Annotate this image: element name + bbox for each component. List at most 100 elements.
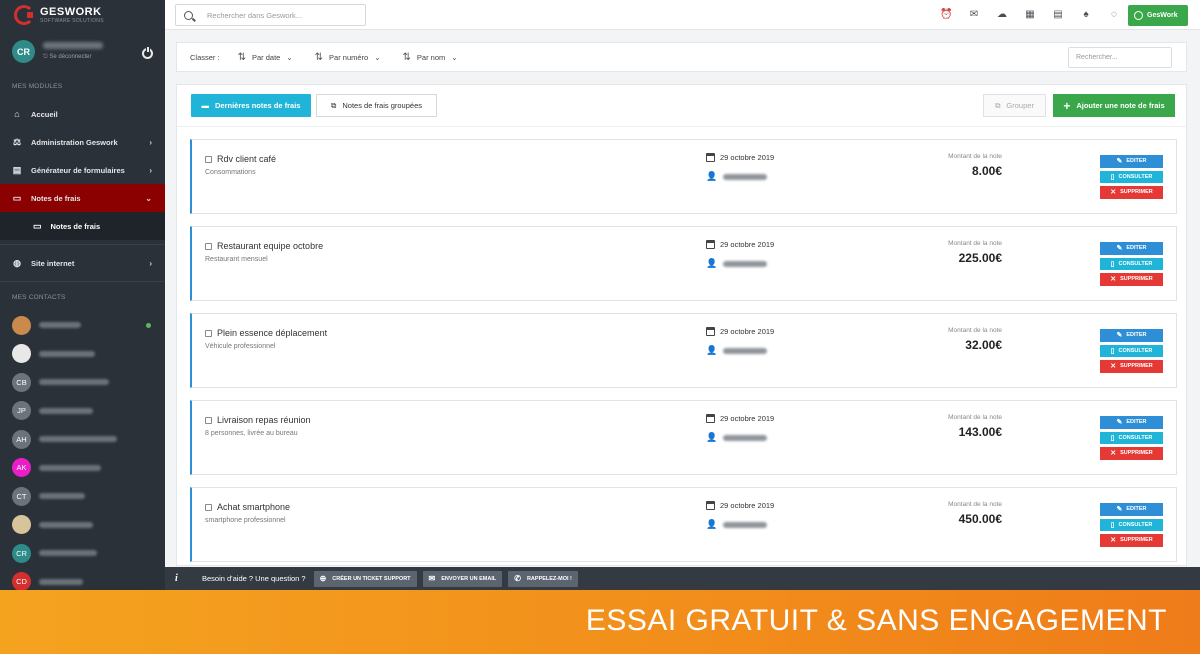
sort-alpha-icon: ⇅ [402,51,411,63]
sidebar-item-label: Site internet [31,258,75,268]
checkbox[interactable] [205,503,212,511]
chevron-right-icon: › [149,165,152,175]
contact-name-redacted [39,322,81,329]
sidebar: GESWORK SOFTWARE SOLUTIONS CR ⎋ Se décon… [0,0,165,590]
contact-item[interactable]: JP [0,397,165,426]
contact-name-redacted [39,550,97,557]
delete-button[interactable]: ✕ SUPPRIMER [1100,447,1163,460]
logout-link[interactable]: ⎋ Se déconnecter [43,54,103,61]
cloud-icon[interactable]: ☁ [996,9,1008,21]
checkbox[interactable] [205,329,212,337]
contact-name-redacted [39,379,109,386]
global-search[interactable] [175,4,366,26]
contact-name-redacted [39,464,101,471]
delete-button[interactable]: ✕ SUPPRIMER [1100,273,1163,286]
view-button[interactable]: ▯ CONSULTER [1100,170,1163,183]
chat-icon[interactable]: ◌ [1108,9,1120,21]
list-item[interactable]: Restaurant equipe octobre Restaurant men… [190,226,1177,301]
amount-label: Montant de la note [948,414,1002,421]
sidebar-subitem-notes-de-frais[interactable]: ▭ Notes de frais [0,212,165,240]
delete-button[interactable]: ✕ SUPPRIMER [1100,534,1163,547]
contact-item[interactable]: CR [0,539,165,568]
add-note-button[interactable]: + Ajouter une note de frais [1053,94,1175,117]
sidebar-item-generateur[interactable]: ▤ Générateur de formulaires › [0,156,165,184]
send-email-button[interactable]: ✉ ENVOYER UN EMAIL [422,570,503,587]
sidebar-item-label: Accueil [31,109,58,119]
edit-button[interactable]: ✎ EDITER [1100,329,1163,342]
topbar-icons: ⏰ ✉ ☁ ▦ ▤ ♠ ◌ [940,0,1120,30]
contact-name-redacted [39,493,85,500]
edit-button[interactable]: ✎ EDITER [1100,242,1163,255]
view-button[interactable]: ▯ CONSULTER [1100,431,1163,444]
note-amount: 8.00€ [971,164,1002,178]
contact-item[interactable]: CT [0,482,165,511]
note-title: Plein essence déplacement [217,328,328,338]
list-search-input[interactable] [1068,47,1172,68]
list-item[interactable]: Rdv client café Consommations 29 octobre… [190,139,1177,214]
delete-button[interactable]: ✕ SUPPRIMER [1100,360,1163,373]
contact-name-redacted [39,350,95,357]
pencil-icon: ✎ [1116,158,1123,166]
tab-grouped-notes[interactable]: ⧉ Notes de frais groupées [316,94,437,117]
alarm-icon[interactable]: ⏰ [940,9,952,21]
create-ticket-button[interactable]: ⊕ CRÉER UN TICKET SUPPORT [313,570,417,587]
sidebar-item-notes-de-frais[interactable]: ▭ Notes de frais ⌄ [0,184,165,212]
call-me-button[interactable]: ✆ RAPPELEZ-MOI ! [508,570,578,587]
avatar[interactable]: CR [12,40,35,63]
view-button[interactable]: ▯ CONSULTER [1100,257,1163,270]
search-input[interactable] [207,10,347,20]
edit-button[interactable]: ✎ EDITER [1100,503,1163,516]
amount-label: Montant de la note [948,327,1002,334]
tab-recent-notes[interactable]: ▬ Dernières notes de frais [191,94,311,117]
avatar [12,344,31,364]
note-date: 29 octobre 2019 [720,414,775,423]
note-amount: 450.00€ [958,512,1002,526]
edit-button[interactable]: ✎ EDITER [1100,416,1163,429]
delete-button[interactable]: ✕ SUPPRIMER [1100,186,1163,199]
contact-item[interactable] [0,311,165,340]
sidebar-item-site-internet[interactable]: ◍ Site internet › [0,249,165,277]
contact-item[interactable]: AK [0,454,165,483]
avatar [12,315,31,335]
sidebar-item-administration[interactable]: ⚖ Administration Geswork › [0,128,165,156]
sort-by-number[interactable]: ⇅ Par numéro ⌄ [315,52,381,63]
view-button[interactable]: ▯ CONSULTER [1100,344,1163,357]
grid-icon[interactable]: ▤ [1052,9,1064,21]
edit-button[interactable]: ✎ EDITER [1100,155,1163,168]
home-icon: ⌂ [14,109,20,119]
sidebar-item-accueil[interactable]: ⌂ Accueil [0,100,165,128]
bell-icon[interactable]: ♠ [1080,9,1092,21]
search-icon [184,10,193,20]
contact-item[interactable]: AH [0,425,165,454]
contact-item[interactable]: CD [0,568,165,590]
checkbox[interactable] [205,416,212,424]
checkbox[interactable] [205,155,212,163]
app-logo[interactable]: GESWORK SOFTWARE SOLUTIONS [0,0,165,30]
contact-item[interactable]: CB [0,368,165,397]
mail-icon[interactable]: ✉ [968,9,980,21]
group-button[interactable]: ⧉ Grouper [983,94,1046,117]
sort-by-name[interactable]: ⇅ Par nom ⌄ [403,52,458,63]
sidebar-item-label: Notes de frais [31,193,81,203]
workspace-button[interactable]: GesWork [1128,5,1188,26]
contact-item[interactable] [0,511,165,540]
note-subtitle: Restaurant mensuel [205,256,268,263]
avatar: JP [12,401,31,421]
calendar-icon[interactable]: ▦ [1024,9,1036,21]
close-icon: ✕ [1110,450,1117,458]
list-item[interactable]: Livraison repas réunion 8 personnes, liv… [190,400,1177,475]
sidebar-item-label: Notes de frais [50,221,101,231]
list-item[interactable]: Plein essence déplacement Véhicule profe… [190,313,1177,388]
list-item[interactable]: Achat smartphone smartphone professionne… [190,487,1177,562]
sort-by-date[interactable]: ⇅ Par date ⌄ [238,52,293,63]
power-icon[interactable] [142,47,153,59]
sort-bar: Classer : ⇅ Par date ⌄ ⇅ Par numéro ⌄ ⇅ Par n… [176,42,1187,72]
note-date: 29 octobre 2019 [720,501,775,510]
note-title: Livraison repas réunion [217,415,311,425]
view-button[interactable]: ▯ CONSULTER [1100,518,1163,531]
card-icon: ▬ [201,101,210,110]
help-bar: i Besoin d'aide ? Une question ? ⊕ CRÉER … [165,567,1200,590]
note-date: 29 octobre 2019 [720,153,775,162]
contact-item[interactable] [0,340,165,369]
checkbox[interactable] [205,242,212,250]
